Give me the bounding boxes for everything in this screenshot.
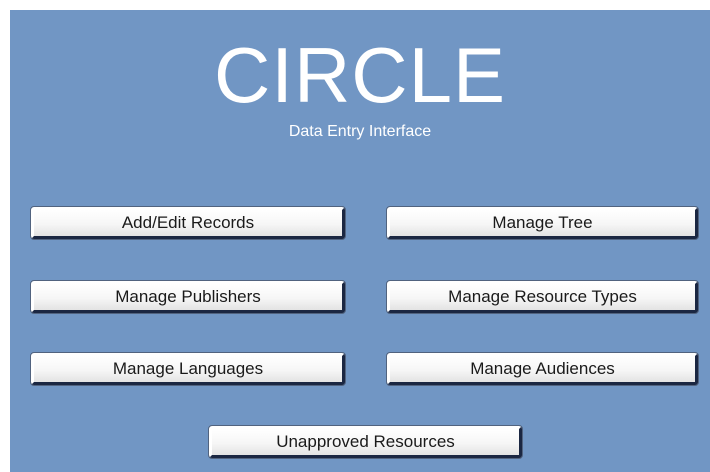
manage-audiences-button[interactable]: Manage Audiences	[386, 352, 699, 386]
manage-resource-types-button[interactable]: Manage Resource Types	[386, 280, 699, 314]
manage-publishers-button[interactable]: Manage Publishers	[30, 280, 346, 314]
manage-tree-button[interactable]: Manage Tree	[386, 206, 699, 240]
main-panel: CIRCLE Data Entry Interface Add/Edit Rec…	[10, 10, 710, 472]
unapproved-resources-button[interactable]: Unapproved Resources	[208, 425, 523, 459]
add-edit-records-button[interactable]: Add/Edit Records	[30, 206, 346, 240]
manage-languages-button[interactable]: Manage Languages	[30, 352, 346, 386]
app-subtitle: Data Entry Interface	[288, 123, 432, 140]
app-title: CIRCLE	[213, 31, 507, 119]
